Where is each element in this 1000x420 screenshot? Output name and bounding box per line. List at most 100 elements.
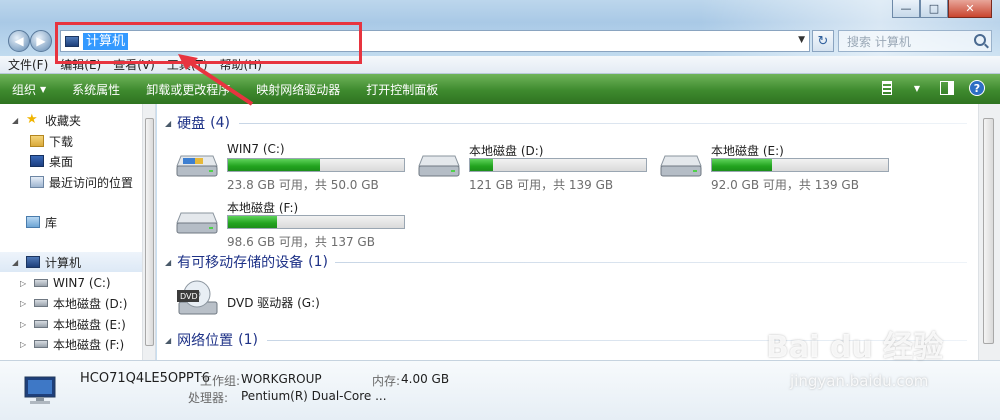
- library-icon: [26, 216, 40, 228]
- maximize-button[interactable]: □: [920, 0, 948, 18]
- expand-icon[interactable]: ▷: [20, 279, 30, 288]
- chevron-down-icon: ▼: [913, 83, 921, 93]
- window-controls: — □ ✕: [892, 0, 992, 18]
- star-icon: ★: [26, 112, 38, 127]
- group-title: 有可移动存储的设备: [177, 255, 304, 271]
- group-network[interactable]: ◢ 网络位置 (1): [165, 330, 258, 350]
- expand-icon[interactable]: ▷: [20, 320, 30, 329]
- search-input[interactable]: 搜索 计算机: [838, 30, 992, 52]
- nav-item-label: 本地磁盘 (F:): [53, 337, 125, 352]
- computer-icon: [65, 35, 79, 47]
- drive-usage-bar: [711, 158, 889, 172]
- minimize-button[interactable]: —: [892, 0, 920, 18]
- drive-tile[interactable]: 本地磁盘 (D:) 121 GB 可用，共 139 GB: [417, 140, 657, 192]
- group-title: 网络位置: [177, 333, 234, 349]
- nav-item-desktop[interactable]: 桌面: [0, 151, 142, 171]
- drive-tile[interactable]: 本地磁盘 (F:) 98.6 GB 可用，共 137 GB: [175, 197, 415, 249]
- menu-view[interactable]: 查看(V): [113, 56, 155, 73]
- open-control-panel-button[interactable]: 打开控制面板: [366, 81, 438, 98]
- view-icon: [882, 81, 892, 95]
- back-button[interactable]: ◀: [8, 30, 30, 52]
- dvd-icon: DVD: [177, 280, 218, 315]
- preview-pane-button[interactable]: [938, 79, 956, 97]
- view-menu-button[interactable]: ▼: [908, 79, 926, 97]
- menu-edit[interactable]: 编辑(E): [60, 56, 101, 73]
- nav-item-label: WIN7 (C:): [53, 276, 111, 290]
- drive-icon: [34, 299, 48, 307]
- forward-button[interactable]: ▶: [30, 30, 52, 52]
- group-count: (1): [308, 254, 328, 270]
- nav-scrollbar[interactable]: [142, 104, 155, 360]
- nav-drive-c[interactable]: ▷ WIN7 (C:): [0, 273, 142, 293]
- expand-icon[interactable]: ▷: [20, 299, 30, 308]
- help-button[interactable]: ?: [968, 79, 986, 97]
- chevron-down-icon[interactable]: ▼: [798, 35, 805, 45]
- close-button[interactable]: ✕: [948, 0, 992, 18]
- arrow-left-icon: ◀: [14, 34, 24, 48]
- details-pane: HCO71Q4LE5OPPT6 工作组: WORKGROUP 内存: 4.00 …: [0, 360, 1000, 420]
- group-divider: [239, 123, 967, 124]
- navigation-pane: ◢ ★ 收藏夹 下载 桌面 最近访问的位置 库 ◢ 计算机 ▷ WIN7 (C:…: [0, 104, 156, 360]
- organize-button[interactable]: 组织 ▼: [12, 81, 46, 98]
- change-view-button[interactable]: [878, 79, 896, 97]
- drive-free-space: 92.0 GB 可用，共 139 GB: [711, 178, 859, 192]
- drive-tile[interactable]: WIN7 (C:) 23.8 GB 可用，共 50.0 GB: [175, 140, 415, 192]
- workgroup-value: WORKGROUP: [241, 372, 322, 386]
- nav-item-label: 下载: [49, 134, 74, 149]
- refresh-button[interactable]: ↻: [812, 30, 834, 52]
- menu-file[interactable]: 文件(F): [8, 56, 48, 73]
- address-path[interactable]: 计算机: [83, 32, 129, 50]
- collapse-icon[interactable]: ◢: [12, 116, 22, 125]
- content-scroll-thumb[interactable]: [983, 118, 994, 344]
- group-divider: [267, 340, 967, 341]
- drive-name: 本地磁盘 (E:): [711, 144, 784, 158]
- content-scrollbar[interactable]: [978, 104, 1000, 360]
- refresh-icon: ↻: [817, 33, 829, 49]
- preview-pane-icon: [940, 81, 954, 95]
- help-icon: ?: [969, 80, 985, 96]
- group-hard-disks[interactable]: ◢ 硬盘 (4): [165, 113, 230, 133]
- group-count: (4): [210, 115, 230, 131]
- workgroup-label: 工作组:: [200, 374, 241, 388]
- nav-scroll-thumb[interactable]: [145, 118, 154, 346]
- computer-icon: [24, 376, 56, 404]
- collapse-icon[interactable]: ◢: [12, 258, 22, 267]
- nav-libraries-label: 库: [45, 215, 58, 230]
- nav-libraries[interactable]: 库: [0, 212, 142, 232]
- expand-icon[interactable]: ▷: [20, 340, 30, 349]
- nav-computer[interactable]: ◢ 计算机: [0, 252, 142, 272]
- group-removable[interactable]: ◢ 有可移动存储的设备 (1): [165, 252, 328, 272]
- chevron-down-icon: ▼: [40, 84, 47, 94]
- map-network-drive-button[interactable]: 映射网络驱动器: [256, 81, 340, 98]
- svg-text:DVD: DVD: [180, 292, 198, 301]
- nav-item-downloads[interactable]: 下载: [0, 131, 142, 151]
- drive-name: 本地磁盘 (D:): [469, 144, 544, 158]
- nav-drive-d[interactable]: ▷ 本地磁盘 (D:): [0, 293, 142, 313]
- dvd-drive[interactable]: DVD DVD 驱动器 (G:): [175, 276, 415, 326]
- search-icon[interactable]: [974, 34, 986, 46]
- nav-drive-e[interactable]: ▷ 本地磁盘 (E:): [0, 314, 142, 334]
- nav-favorites-label: 收藏夹: [45, 113, 82, 128]
- search-placeholder: 搜索 计算机: [847, 34, 911, 49]
- memory-label: 内存:: [372, 374, 401, 388]
- collapse-icon[interactable]: ◢: [165, 258, 171, 267]
- collapse-icon[interactable]: ◢: [165, 119, 171, 128]
- computer-icon: [26, 256, 40, 268]
- content-pane: ◢ 硬盘 (4) WIN7 (C:) 23.8 GB 可用，共 50.0 GB 本地…: [157, 104, 1000, 360]
- drive-usage-bar: [227, 158, 405, 172]
- nav-item-label: 本地磁盘 (E:): [53, 317, 126, 332]
- annotation-arrow: [178, 54, 254, 106]
- collapse-icon[interactable]: ◢: [165, 336, 171, 345]
- drive-tile[interactable]: 本地磁盘 (E:) 92.0 GB 可用，共 139 GB: [659, 140, 899, 192]
- nav-favorites[interactable]: ◢ ★ 收藏夹: [0, 110, 142, 130]
- system-properties-button[interactable]: 系统属性: [72, 81, 120, 98]
- menu-bar: 文件(F) 编辑(E) 查看(V) 工具(T) 帮助(H): [0, 56, 1000, 74]
- nav-drive-f[interactable]: ▷ 本地磁盘 (F:): [0, 334, 142, 354]
- drive-name: 本地磁盘 (F:): [227, 201, 299, 215]
- group-divider: [335, 262, 967, 263]
- address-bar[interactable]: 计算机 ▼: [60, 30, 810, 52]
- nav-item-recent[interactable]: 最近访问的位置: [0, 172, 142, 192]
- drive-usage-bar: [227, 215, 405, 229]
- desktop-icon: [30, 155, 44, 167]
- drive-usage-fill: [712, 159, 772, 171]
